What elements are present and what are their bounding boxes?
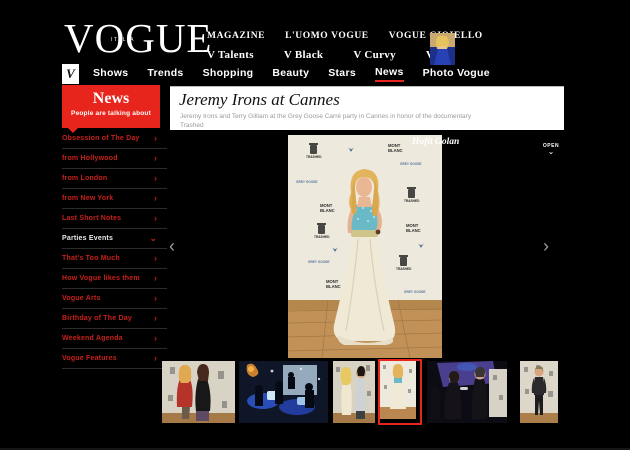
sidebar-item-label: from New York <box>62 195 113 202</box>
svg-text:GREY GOOSE: GREY GOOSE <box>308 260 330 264</box>
chevron-right-icon: › <box>154 174 157 183</box>
chevron-right-icon: › <box>154 274 157 283</box>
svg-text:GREY GOOSE: GREY GOOSE <box>400 162 422 166</box>
svg-text:BLANC: BLANC <box>406 228 421 233</box>
chevron-right-icon: › <box>154 294 157 303</box>
chevron-right-icon: › <box>154 194 157 203</box>
tab-photo-vogue[interactable]: Photo Vogue <box>423 67 490 81</box>
svg-text:GREY GOOSE: GREY GOOSE <box>296 180 318 184</box>
thumbnail-6[interactable] <box>520 361 558 423</box>
sidebar-item-birthday-of-the-day[interactable]: Birthday of The Day › <box>62 309 167 329</box>
thumbnail-3[interactable] <box>333 361 375 423</box>
thumbnail-1[interactable] <box>162 361 235 423</box>
sidebar-item-label: Last Short Notes <box>62 215 121 222</box>
top-nav-row2: V Talents V Black V Curvy V TV <box>207 49 453 61</box>
sidebar-item-label: Birthday of The Day <box>62 315 132 322</box>
sidebar-item-label: That's Too Much <box>62 255 120 262</box>
sidebar-item-label: Vogue Features <box>62 355 117 362</box>
chevron-right-icon: › <box>154 354 157 363</box>
vogue-news-page: VOGUE ITALIA MAGAZINE L'UOMO VOGUE VOGUE… <box>0 0 630 450</box>
sidebar-news-header: News People are talking about <box>62 85 160 128</box>
chevron-down-icon: ⌄ <box>149 234 157 243</box>
sidebar-item-label: Weekend Agenda <box>62 335 123 342</box>
svg-text:TRASHED: TRASHED <box>396 267 412 271</box>
tab-news[interactable]: News <box>375 66 404 82</box>
sidebar-item-weekend-agenda[interactable]: Weekend Agenda › <box>62 329 167 349</box>
main-nav: V Shows Trends Shopping Beauty Stars New… <box>62 64 509 84</box>
nav-v-talents[interactable]: V Talents <box>207 49 254 61</box>
vogue-logo[interactable]: VOGUE <box>64 18 212 59</box>
sidebar-item-vogue-arts[interactable]: Vogue Arts › <box>62 289 167 309</box>
nav-luomo-vogue[interactable]: L'UOMO VOGUE <box>285 31 369 41</box>
thumbnail-2[interactable] <box>239 361 328 423</box>
nav-v-black[interactable]: V Black <box>284 49 324 61</box>
svg-text:TRASHED: TRASHED <box>314 235 330 239</box>
chevron-right-icon: › <box>154 214 157 223</box>
chevron-right-icon: › <box>154 314 157 323</box>
chevron-right-icon: › <box>154 334 157 343</box>
sidebar-item-vogue-features[interactable]: Vogue Features › <box>62 349 167 369</box>
sidebar-item-label: Vogue Arts <box>62 295 101 302</box>
chevron-right-icon: › <box>154 134 157 143</box>
sidebar-item-from-london[interactable]: from London › <box>62 169 167 189</box>
sidebar-item-label: How Vogue likes them <box>62 275 140 282</box>
nav-v-curvy[interactable]: V Curvy <box>353 49 396 61</box>
open-button[interactable]: OPEN ⌄ <box>539 143 563 154</box>
tab-shopping[interactable]: Shopping <box>203 67 254 81</box>
svg-text:BLANC: BLANC <box>388 148 403 153</box>
sidebar-title: News <box>62 90 160 108</box>
article-description: Jeremy Irons and Terry Gilliam at the Gr… <box>180 112 480 130</box>
tab-shows[interactable]: Shows <box>93 67 128 81</box>
nav-magazine[interactable]: MAGAZINE <box>207 31 265 41</box>
svg-text:BLANC: BLANC <box>326 284 341 289</box>
chevron-right-icon: › <box>154 154 157 163</box>
v-badge[interactable]: V <box>62 64 79 84</box>
chevron-right-icon: › <box>154 254 157 263</box>
sidebar-item-label: Obsession of The Day <box>62 135 140 142</box>
sidebar-item-label: from London <box>62 175 107 182</box>
svg-text:TRASHED: TRASHED <box>306 155 322 159</box>
article-title: Jeremy Irons at Cannes <box>179 90 340 110</box>
thumbnail-5[interactable] <box>427 361 507 423</box>
thumbnail-4-selected[interactable] <box>378 359 422 425</box>
sidebar-item-label: from Hollywood <box>62 155 118 162</box>
sidebar-item-how-vogue-likes-them[interactable]: How Vogue likes them › <box>62 269 167 289</box>
tab-beauty[interactable]: Beauty <box>272 67 309 81</box>
tab-stars[interactable]: Stars <box>328 67 356 81</box>
sidebar-subtitle: People are talking about <box>62 110 160 117</box>
article-header: Jeremy Irons at Cannes Jeremy Irons and … <box>170 86 564 130</box>
tab-trends[interactable]: Trends <box>147 67 183 81</box>
sidebar-item-parties-events[interactable]: Parties Events ⌄ <box>62 229 167 249</box>
user-avatar[interactable] <box>430 33 455 65</box>
photo-caption: Hofit Golan <box>412 137 459 147</box>
chevron-down-icon: ⌄ <box>539 149 563 154</box>
sidebar-item-from-new-york[interactable]: from New York › <box>62 189 167 209</box>
sidebar-item-last-short-notes[interactable]: Last Short Notes › <box>62 209 167 229</box>
svg-text:BLANC: BLANC <box>320 208 335 213</box>
carousel-prev-arrow[interactable]: ‹ <box>169 237 175 255</box>
svg-text:TRASHED: TRASHED <box>404 199 420 203</box>
sidebar-item-obsession-of-the-day[interactable]: Obsession of The Day › <box>62 129 167 149</box>
carousel-next-arrow[interactable]: › <box>543 237 549 255</box>
main-photo[interactable]: TRASHED TRASHED TRASHED TRASHED MONT BLA… <box>288 135 442 358</box>
svg-text:GREY GOOSE: GREY GOOSE <box>404 290 426 294</box>
sidebar-item-thats-too-much[interactable]: That's Too Much › <box>62 249 167 269</box>
sidebar-menu: Obsession of The Day › from Hollywood › … <box>62 129 167 369</box>
sidebar-item-from-hollywood[interactable]: from Hollywood › <box>62 149 167 169</box>
vogue-logo-italia: ITALIA <box>111 37 135 43</box>
sidebar-item-label: Parties Events <box>62 235 113 242</box>
